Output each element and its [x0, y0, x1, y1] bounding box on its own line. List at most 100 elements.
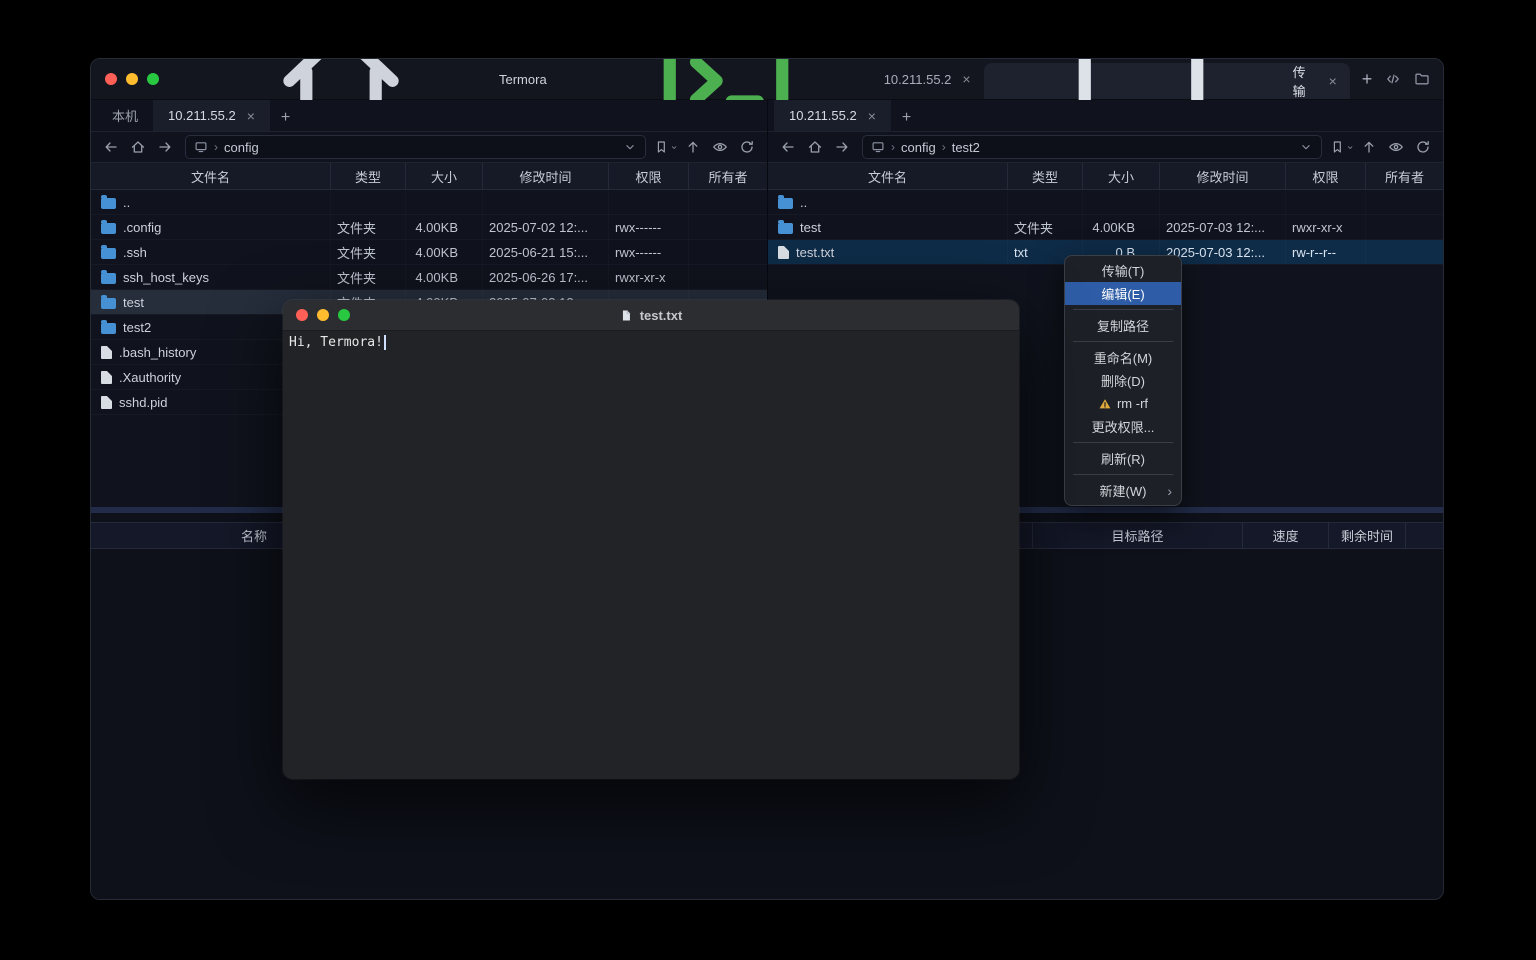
path-breadcrumb[interactable]: › config › test2: [862, 135, 1322, 159]
left-panel-toolbar: › config: [91, 132, 767, 163]
file-table-header: 文件名 类型 大小 修改时间 权限 所有者: [768, 163, 1443, 190]
code-icon[interactable]: [1384, 70, 1402, 88]
menu-item-refresh[interactable]: 刷新(R): [1065, 447, 1181, 470]
folder-icon: [101, 273, 116, 284]
menu-separator: [1073, 442, 1173, 443]
right-panel-tabs: 10.211.55.2 × +: [768, 100, 1443, 132]
text-cursor: [384, 335, 386, 350]
menu-item-transfer[interactable]: 传输(T): [1065, 259, 1181, 282]
refresh-button[interactable]: [735, 135, 759, 159]
file-icon: [101, 371, 112, 384]
bookmark-button[interactable]: [1330, 135, 1354, 159]
close-tab-icon[interactable]: ×: [247, 109, 255, 123]
home-button[interactable]: [126, 135, 150, 159]
upload-button[interactable]: [681, 135, 705, 159]
menu-item-delete[interactable]: 删除(D): [1065, 369, 1181, 392]
file-row-parent[interactable]: ..: [91, 190, 767, 215]
forward-button[interactable]: [830, 135, 854, 159]
computer-icon: [871, 140, 885, 154]
close-tab-icon[interactable]: ×: [1329, 74, 1337, 88]
minimize-window-button[interactable]: [126, 73, 138, 85]
column-header-mtime[interactable]: 修改时间: [483, 163, 609, 189]
back-button[interactable]: [776, 135, 800, 159]
file-row-ssh-host-keys[interactable]: ssh_host_keys 文件夹4.00KB 2025-06-26 17:..…: [91, 265, 767, 290]
folder-icon: [778, 198, 793, 209]
window-controls: [105, 73, 159, 85]
close-tab-icon[interactable]: ×: [868, 109, 876, 123]
folder-icon: [101, 298, 116, 309]
tab-termora[interactable]: Termora: [175, 59, 563, 99]
file-row-test[interactable]: test 文件夹4.00KB 2025-07-03 12:...rwxr-xr-…: [768, 215, 1443, 240]
minimize-window-button[interactable]: [317, 309, 329, 321]
file-row-parent[interactable]: ..: [768, 190, 1443, 215]
upload-button[interactable]: [1357, 135, 1381, 159]
editor-titlebar[interactable]: test.txt: [283, 300, 1019, 331]
tab-remote-host[interactable]: 10.211.55.2 ×: [774, 100, 891, 131]
file-icon: [101, 396, 112, 409]
column-header-speed[interactable]: 速度: [1243, 523, 1329, 548]
breadcrumb-segment[interactable]: config: [901, 140, 936, 155]
editor-content[interactable]: Hi, Termora!: [283, 331, 1019, 779]
column-header-perm[interactable]: 权限: [1286, 163, 1366, 189]
breadcrumb-segment[interactable]: config: [224, 140, 259, 155]
column-header-target-path[interactable]: 目标路径: [1033, 523, 1243, 548]
file-row-config[interactable]: .config 文件夹4.00KB 2025-07-02 12:...rwx--…: [91, 215, 767, 240]
tab-transfer[interactable]: 传输 ×: [984, 63, 1350, 99]
forward-button[interactable]: [153, 135, 177, 159]
tab-label: Termora: [499, 72, 547, 87]
menu-item-rm-rf[interactable]: rm -rf: [1065, 392, 1181, 415]
column-header-perm[interactable]: 权限: [609, 163, 689, 189]
new-panel-tab-button[interactable]: +: [891, 109, 922, 127]
close-window-button[interactable]: [296, 309, 308, 321]
column-header-name[interactable]: 文件名: [91, 163, 331, 189]
home-button[interactable]: [803, 135, 827, 159]
context-menu: 传输(T) 编辑(E) 复制路径 重命名(M) 删除(D) rm -rf 更改权…: [1064, 255, 1182, 506]
chevron-down-icon[interactable]: [623, 140, 637, 154]
column-header-size[interactable]: 大小: [1083, 163, 1160, 189]
folder-icon: [101, 323, 116, 334]
new-panel-tab-button[interactable]: +: [270, 109, 301, 127]
column-header-size[interactable]: 大小: [406, 163, 483, 189]
folder-icon: [101, 248, 116, 259]
column-header-type[interactable]: 类型: [331, 163, 406, 189]
maximize-window-button[interactable]: [338, 309, 350, 321]
editor-title: test.txt: [620, 308, 683, 323]
menu-item-copy-path[interactable]: 复制路径: [1065, 314, 1181, 337]
tab-label: 10.211.55.2: [884, 72, 952, 87]
file-row-ssh[interactable]: .ssh 文件夹4.00KB 2025-06-21 15:...rwx-----…: [91, 240, 767, 265]
menu-item-change-permissions[interactable]: 更改权限...: [1065, 415, 1181, 438]
menu-separator: [1073, 341, 1173, 342]
folder-icon: [101, 223, 116, 234]
file-icon: [778, 246, 789, 259]
column-header-owner[interactable]: 所有者: [1366, 163, 1443, 189]
path-breadcrumb[interactable]: › config: [185, 135, 646, 159]
column-header-mtime[interactable]: 修改时间: [1160, 163, 1286, 189]
menu-separator: [1073, 474, 1173, 475]
chevron-down-icon[interactable]: [1299, 140, 1313, 154]
log-icon[interactable]: [1442, 70, 1444, 88]
tab-remote-host[interactable]: 10.211.55.2 ×: [153, 100, 270, 131]
back-button[interactable]: [99, 135, 123, 159]
column-header-owner[interactable]: 所有者: [689, 163, 767, 189]
left-panel-tabs: 本机 10.211.55.2 × +: [91, 100, 767, 132]
new-tab-button[interactable]: +: [1350, 70, 1385, 88]
maximize-window-button[interactable]: [147, 73, 159, 85]
folder-icon[interactable]: [1413, 70, 1431, 88]
bookmark-button[interactable]: [654, 135, 678, 159]
tab-local[interactable]: 本机: [97, 100, 153, 131]
refresh-button[interactable]: [1411, 135, 1435, 159]
column-header-name[interactable]: 文件名: [768, 163, 1008, 189]
show-hidden-button[interactable]: [708, 135, 732, 159]
menu-item-rename[interactable]: 重命名(M): [1065, 346, 1181, 369]
tab-host-session[interactable]: 10.211.55.2 ×: [563, 59, 984, 99]
editor-window-controls: [296, 309, 350, 321]
menu-item-new[interactable]: 新建(W) ›: [1065, 479, 1181, 502]
column-header-type[interactable]: 类型: [1008, 163, 1083, 189]
close-window-button[interactable]: [105, 73, 117, 85]
menu-item-edit[interactable]: 编辑(E): [1065, 282, 1181, 305]
breadcrumb-segment[interactable]: test2: [952, 140, 980, 155]
menu-separator: [1073, 309, 1173, 310]
show-hidden-button[interactable]: [1384, 135, 1408, 159]
close-tab-icon[interactable]: ×: [962, 72, 970, 86]
column-header-remaining[interactable]: 剩余时间: [1329, 523, 1406, 548]
